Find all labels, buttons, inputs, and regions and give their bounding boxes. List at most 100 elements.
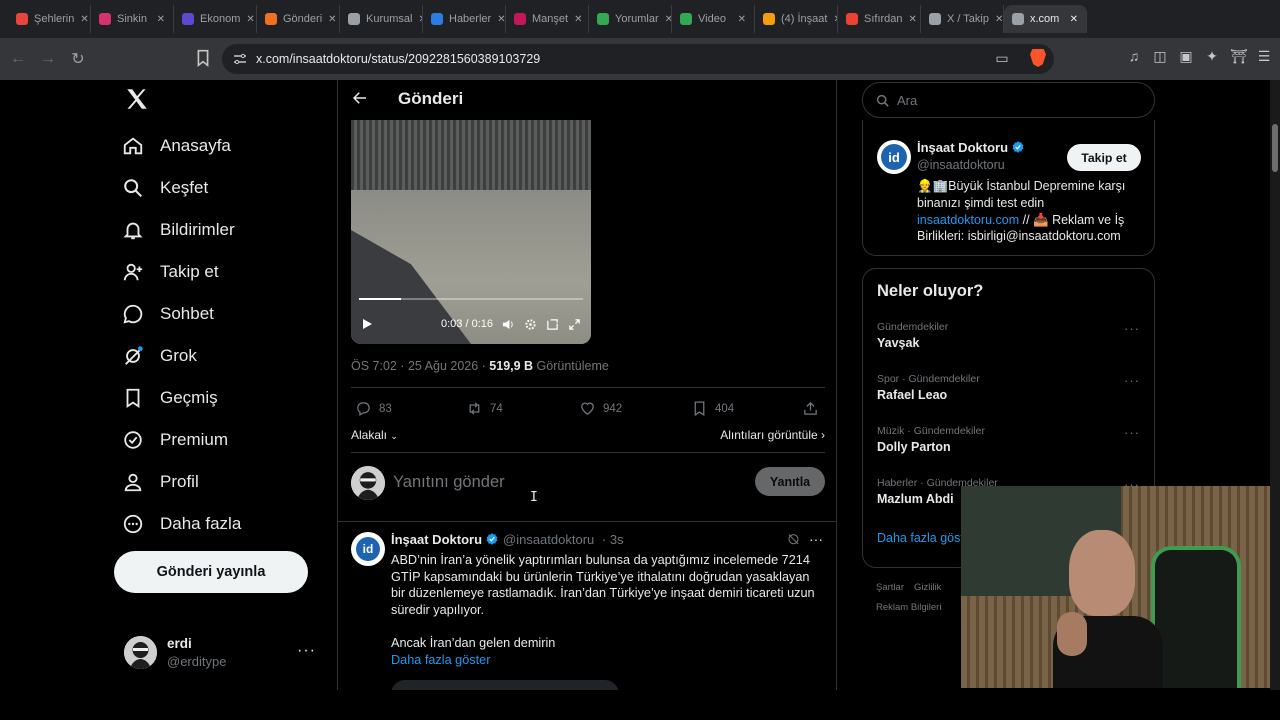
sort-dropdown[interactable]: Alakalı ⌄	[351, 428, 398, 442]
nav-item-3[interactable]: Bildirimler	[122, 212, 235, 248]
forward-button[interactable]: →	[36, 47, 60, 71]
cast-icon[interactable]: ▭	[994, 50, 1010, 66]
account-switcher[interactable]: erdi @erditype ···	[124, 636, 324, 672]
footer-link[interactable]: Gizlilik	[914, 582, 941, 593]
wallet-icon[interactable]: ▣	[1178, 48, 1194, 64]
post-datetime[interactable]: ÖS 7:02 · 25 Ağu 2026 ·	[351, 359, 489, 373]
reload-button[interactable]: ↻	[66, 47, 90, 71]
trend-category: Müzik · Gündemdekiler	[877, 425, 985, 437]
site-info-icon[interactable]	[232, 51, 248, 67]
grok-icon[interactable]: ⦰	[788, 531, 799, 548]
pip-icon[interactable]	[546, 318, 559, 331]
close-tab-icon[interactable]: ✕	[909, 14, 917, 25]
nav-item-4[interactable]: Takip et	[122, 254, 219, 290]
fullscreen-icon[interactable]	[568, 318, 581, 331]
vpn-icon[interactable]: ⛩	[1230, 48, 1248, 64]
trend-item[interactable]: Müzik · Gündemdekiler Dolly Parton ···	[877, 425, 1142, 459]
tab-favicon-icon	[348, 13, 360, 25]
close-tab-icon[interactable]: ✕	[995, 14, 1003, 25]
bookmark-action[interactable]: 404	[691, 400, 734, 417]
author-name[interactable]: İnşaat Doktoru	[391, 532, 482, 547]
browser-tab[interactable]: Ekonom ✕	[174, 5, 257, 33]
tweet-header: İnşaat Doktoru @insaatdoktoru · 3s	[391, 532, 624, 547]
post-button[interactable]: Gönderi yayınla	[114, 551, 308, 593]
close-tab-icon[interactable]: ✕	[574, 14, 582, 25]
video-player[interactable]: 0:03 / 0:16	[351, 120, 591, 344]
profile-name[interactable]: İnşaat Doktoru	[917, 140, 1025, 155]
browser-tab[interactable]: Haberler ✕	[423, 5, 506, 33]
page-scrollbar[interactable]	[1270, 80, 1280, 720]
browser-tab[interactable]: (4) İnşaat✕	[755, 5, 838, 33]
nav-item-7[interactable]: Geçmiş	[122, 380, 218, 416]
browser-tab[interactable]: Video ✕	[672, 5, 755, 33]
close-tab-icon[interactable]: ✕	[80, 14, 88, 25]
leo-ai-icon[interactable]: ✦	[1204, 48, 1220, 64]
show-more-link[interactable]: Daha fazla göster	[391, 652, 823, 669]
author-handle[interactable]: @insaatdoktoru	[503, 532, 594, 547]
browser-tab[interactable]: Yorumlar ✕	[589, 5, 672, 33]
more-dots-icon[interactable]: ···	[1124, 425, 1140, 440]
more-dots-icon[interactable]: ···	[297, 642, 316, 660]
tab-favicon-icon	[182, 13, 194, 25]
browser-tab[interactable]: Gönderi ✕	[257, 5, 340, 33]
address-bar[interactable]: x.com/insaatdoktoru/status/2092281560389…	[222, 44, 1054, 74]
play-icon[interactable]	[361, 318, 373, 330]
trend-title: Yavşak	[877, 336, 920, 350]
close-tab-icon[interactable]: ✕	[738, 14, 746, 25]
more-dots-icon[interactable]: ···	[1124, 321, 1140, 336]
more-dots-icon[interactable]: ···	[1124, 373, 1140, 388]
trend-item[interactable]: Spor · Gündemdekiler Rafael Leao ···	[877, 373, 1142, 407]
tweet-time[interactable]: · 3s	[602, 532, 624, 547]
nav-item-5[interactable]: Sohbet	[122, 296, 214, 332]
close-tab-icon[interactable]: ✕	[497, 14, 505, 25]
browser-tab[interactable]: x.com ✕	[1004, 5, 1087, 33]
view-quotes-link[interactable]: Alıntıları görüntüle ›	[720, 428, 825, 442]
reply-action[interactable]: 83	[355, 400, 392, 417]
trend-item[interactable]: Gündemdekiler Yavşak ···	[877, 321, 1142, 355]
browser-tab[interactable]: Sıfırdan ✕	[838, 5, 921, 33]
back-button[interactable]: ←	[6, 47, 30, 71]
bookmark-page-icon[interactable]	[192, 47, 214, 69]
browser-tab[interactable]: Şehlerin ✕	[8, 5, 91, 33]
video-progress-bar[interactable]	[359, 298, 583, 300]
nav-item-8[interactable]: Premium	[122, 422, 228, 458]
media-icon[interactable]: ♫	[1126, 48, 1142, 64]
share-action[interactable]	[802, 400, 819, 417]
settings-gear-icon[interactable]	[524, 318, 537, 331]
nav-item-2[interactable]: Keşfet	[122, 170, 208, 206]
follow-button[interactable]: Takip et	[1067, 144, 1141, 171]
back-arrow-icon[interactable]	[351, 89, 369, 107]
footer-link[interactable]: Reklam Bilgileri	[876, 602, 941, 613]
bio-link[interactable]: insaatdoktoru.com	[917, 213, 1019, 227]
menu-icon[interactable]: ☰	[1256, 48, 1272, 64]
search-input[interactable]: Ara	[862, 82, 1155, 118]
close-tab-icon[interactable]: ✕	[665, 14, 671, 25]
close-tab-icon[interactable]: ✕	[328, 14, 336, 25]
nav-item-9[interactable]: Profil	[122, 464, 199, 500]
profile-handle[interactable]: @insaatdoktoru	[917, 158, 1005, 172]
nav-item-1[interactable]: Anasayfa	[122, 128, 231, 164]
nav-item-10[interactable]: Daha fazla	[122, 506, 241, 542]
close-tab-icon[interactable]: ✕	[1070, 14, 1078, 25]
url-text[interactable]: x.com/insaatdoktoru/status/2092281560389…	[256, 52, 540, 66]
browser-tab[interactable]: Sinkin ✕	[91, 5, 174, 33]
avatar[interactable]: id	[877, 140, 911, 174]
scrollbar-thumb[interactable]	[1272, 124, 1278, 172]
reply-input[interactable]: Yanıtını gönder	[393, 473, 505, 492]
repost-action[interactable]: 74	[466, 400, 503, 417]
browser-tab[interactable]: Manşet ✕	[506, 5, 589, 33]
avatar[interactable]: id	[351, 532, 385, 566]
footer-link[interactable]: Şartlar	[876, 582, 904, 593]
sidebar-icon[interactable]: ◫	[1152, 48, 1168, 64]
volume-icon[interactable]	[502, 318, 515, 331]
x-logo-icon[interactable]	[124, 86, 150, 112]
browser-tab[interactable]: X / Takip ✕	[921, 5, 1004, 33]
close-tab-icon[interactable]: ✕	[246, 14, 254, 25]
nav-item-6[interactable]: Grok	[122, 338, 197, 374]
browser-tab[interactable]: Kurumsal✕	[340, 5, 423, 33]
like-action[interactable]: 942	[579, 400, 622, 417]
primary-column: Gönderi 0:03 / 0:16 ÖS 7:02 · 25 Ağu 202…	[337, 80, 837, 720]
reply-button[interactable]: Yanıtla	[755, 467, 825, 496]
close-tab-icon[interactable]: ✕	[157, 14, 165, 25]
more-dots-icon[interactable]: ···	[809, 531, 823, 548]
